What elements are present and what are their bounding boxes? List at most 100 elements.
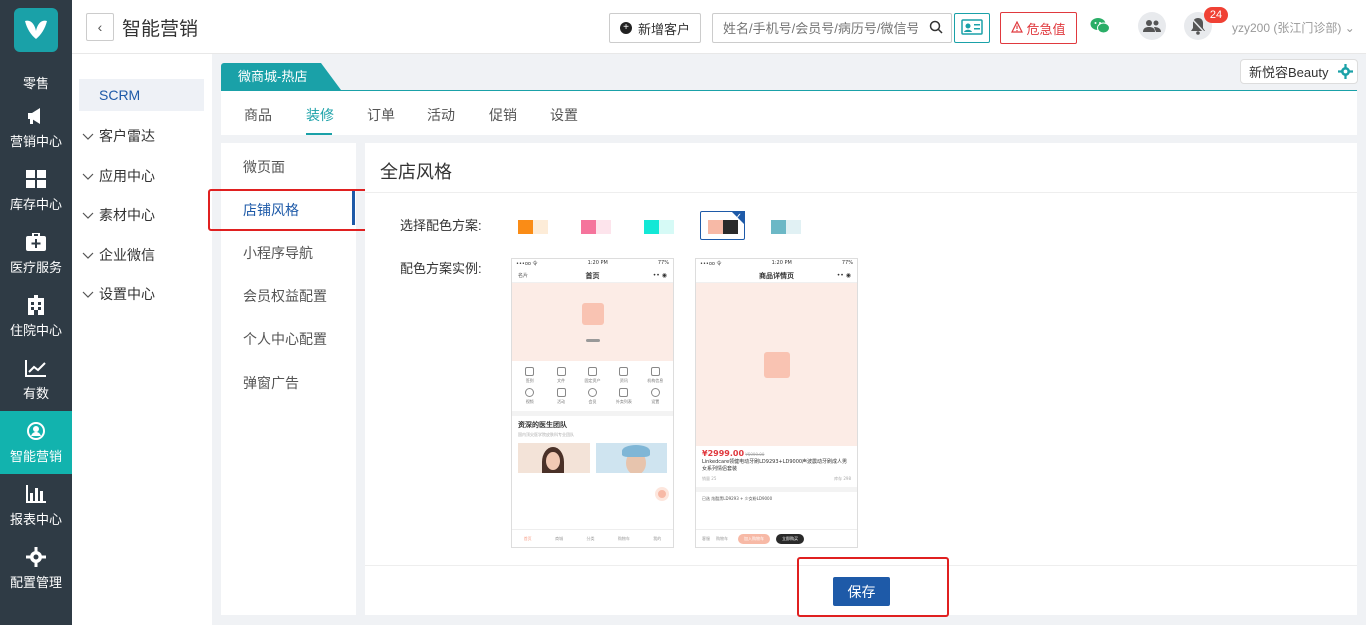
tab-settings[interactable]: 设置 xyxy=(550,105,578,125)
megaphone-icon xyxy=(25,105,47,127)
chevron-down-icon: ⌄ xyxy=(1344,21,1355,35)
tab-products[interactable]: 商品 xyxy=(244,105,272,125)
nav-item-label: 医疗服务 xyxy=(9,260,62,275)
subnav-group-app-center[interactable]: 应用中心 xyxy=(82,166,155,186)
grid-item: 设置 xyxy=(640,388,671,405)
back-button[interactable]: ‹ xyxy=(86,13,114,41)
critical-value-label: 危急值 xyxy=(1026,21,1066,37)
critical-value-button[interactable]: 危急值 xyxy=(1000,12,1077,44)
chevron-down-icon xyxy=(82,247,94,263)
color-scheme-pink[interactable] xyxy=(581,220,611,234)
banner-placeholder xyxy=(512,283,673,361)
cart-button: 购物车 xyxy=(716,535,728,541)
product-info: ¥2999.00 ¥5999.00 Linkedcare领健电动牙刷LD9293… xyxy=(696,446,857,485)
subnav-group-label: 素材中心 xyxy=(99,207,155,223)
image-placeholder-icon xyxy=(763,351,790,378)
nav-item-label: 零售 xyxy=(22,76,49,91)
phone-nav-bar: 名片 首页 •• ◉ xyxy=(512,269,673,283)
nav-item-reports[interactable]: 报表中心 xyxy=(0,474,72,537)
grid-item: 签到 xyxy=(514,367,545,384)
trend-chart-icon xyxy=(25,357,47,379)
tabbar-item: 商城 xyxy=(555,535,564,541)
new-customer-button[interactable]: + 新增客户 xyxy=(609,13,701,43)
more-icon: •• ◉ xyxy=(836,272,851,279)
nav-item-smart-marketing[interactable]: 智能营销 xyxy=(0,411,72,474)
nav-item-label: 有数 xyxy=(22,386,49,401)
plus-icon: + xyxy=(619,22,632,34)
deco-item-miniprogram-nav[interactable]: 小程序导航 xyxy=(243,243,313,263)
brand-name: 新悦容Beauty xyxy=(1249,65,1329,80)
medical-kit-icon xyxy=(25,231,47,253)
color-scheme-orange[interactable] xyxy=(518,220,548,234)
tab-decoration[interactable]: 装修 xyxy=(306,105,334,125)
nav-item-inpatient[interactable]: 住院中心 xyxy=(0,285,72,348)
brand-selector[interactable]: 新悦容Beauty xyxy=(1240,59,1358,84)
id-card-icon xyxy=(961,18,983,38)
preview-product-detail: •••oo 令 1:20 PM 77% 商品详情页 •• ◉ ¥2999.00 … xyxy=(695,258,858,548)
deco-item-member-rights[interactable]: 会员权益配置 xyxy=(243,286,327,306)
nav-item-inventory[interactable]: 库存中心 xyxy=(0,159,72,222)
subnav-group-material-center[interactable]: 素材中心 xyxy=(82,205,155,225)
doctor-team-section: 资深的医生团队 国内顶尖医学院皮肤科专业团队 xyxy=(512,416,673,477)
nav-item-data[interactable]: 有数 xyxy=(0,348,72,411)
subnav-group-customer-radar[interactable]: 客户雷达 xyxy=(82,126,155,146)
contacts-icon[interactable] xyxy=(1138,12,1166,40)
doctor-photos xyxy=(518,443,667,473)
nav-item-medical[interactable]: 医疗服务 xyxy=(0,222,72,285)
color-scheme-cyan[interactable] xyxy=(644,220,674,234)
nav-item-label: 库存中心 xyxy=(9,197,62,212)
swatch-primary xyxy=(518,220,533,234)
nav-item-label: 住院中心 xyxy=(9,323,62,338)
buy-now-button: 立即购买 xyxy=(776,533,804,544)
divider xyxy=(365,192,1357,193)
color-scheme-peach-black[interactable] xyxy=(708,220,738,234)
doctor-photo xyxy=(595,443,667,473)
id-card-button[interactable] xyxy=(954,13,990,43)
swatch-primary xyxy=(708,220,723,234)
time: 1:20 PM xyxy=(771,260,792,266)
feature-grid: 签到 文件 固定资产 资讯 机构信息 视频 活动 会员 外卖列表 设置 xyxy=(512,361,673,411)
subnav-group-label: 设置中心 xyxy=(99,286,155,302)
time: 1:20 PM xyxy=(587,260,608,266)
user-menu[interactable]: yzy200 (张江门诊部) ⌄ xyxy=(1232,19,1355,36)
deco-item-popup-ad[interactable]: 弹窗广告 xyxy=(243,373,299,393)
nav-item-label: 智能营销 xyxy=(9,449,62,464)
nav-item-config[interactable]: 配置管理 xyxy=(0,537,72,600)
example-label: 配色方案实例: xyxy=(400,261,482,276)
wechat-icon[interactable] xyxy=(1090,17,1110,38)
status-bar: •••oo 令 1:20 PM 77% xyxy=(512,259,673,269)
nav-item-marketing-center[interactable]: 营销中心 xyxy=(0,96,72,159)
stats-row: 销量 25 库存 298 xyxy=(702,476,851,482)
subnav-group-settings[interactable]: 设置中心 xyxy=(82,284,155,304)
image-placeholder-icon xyxy=(581,302,604,325)
color-scheme-teal[interactable] xyxy=(771,220,801,234)
battery: 77% xyxy=(657,260,669,266)
tabbar-item: 购物车 xyxy=(617,535,630,541)
deco-item-personal-center[interactable]: 个人中心配置 xyxy=(243,329,327,349)
nav-item-retail[interactable]: 零售 xyxy=(0,56,72,96)
deco-item-micro-page[interactable]: 微页面 xyxy=(243,157,285,177)
subnav-group-label: 客户雷达 xyxy=(99,128,155,144)
tabbar-item: 分类 xyxy=(586,535,595,541)
search-icon[interactable] xyxy=(929,20,943,37)
chevron-left-icon: ‹ xyxy=(97,19,103,35)
swatch-secondary xyxy=(533,220,548,234)
tab-activities[interactable]: 活动 xyxy=(427,105,455,125)
grid-item: 视频 xyxy=(514,388,545,405)
chevron-down-icon xyxy=(82,128,94,144)
subnav-group-wecom[interactable]: 企业微信 xyxy=(82,245,155,265)
subnav-group-label: 应用中心 xyxy=(99,168,155,184)
shop-tab[interactable]: 微商城-热店 xyxy=(221,63,341,90)
tab-orders[interactable]: 订单 xyxy=(367,105,395,125)
app-logo[interactable] xyxy=(14,8,58,52)
swatch-secondary xyxy=(659,220,674,234)
chevron-down-icon xyxy=(82,286,94,302)
tab-promotions[interactable]: 促销 xyxy=(489,105,517,125)
preview-home-page: •••oo 令 1:20 PM 77% 名片 首页 •• ◉ 签到 文件 固定资… xyxy=(511,258,674,548)
search-input[interactable] xyxy=(713,14,918,42)
grid-item: 资讯 xyxy=(608,367,639,384)
chevron-down-icon xyxy=(82,168,94,184)
phone-tabbar: 首页 商城 分类 购物车 我的 xyxy=(512,529,673,547)
subnav-item-scrm[interactable]: SCRM xyxy=(79,79,204,111)
grid-item: 外卖列表 xyxy=(608,388,639,405)
